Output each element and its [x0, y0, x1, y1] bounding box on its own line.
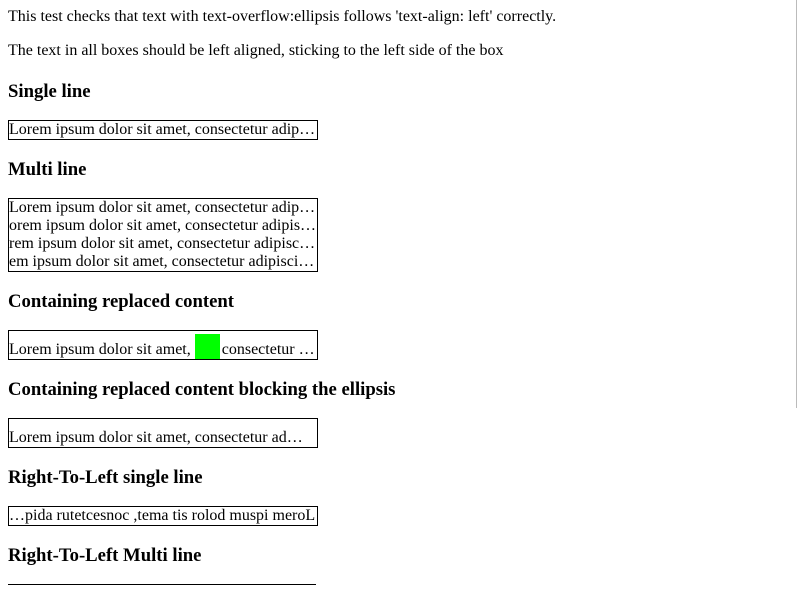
rtl-single-line-box: …pida rutetcesnoc ,tema tis rolod muspi … [8, 506, 318, 526]
replaced-content-line: Lorem ipsum dolor sit amet, consectetur … [9, 331, 317, 359]
test-page: This test checks that text with text-ove… [8, 8, 788, 587]
replaced-text-before: Lorem ipsum dolor sit amet, [9, 341, 191, 358]
heading-replaced-content: Containing replaced content [8, 291, 234, 312]
multi-line-text-2: orem ipsum dolor sit amet, consectetur a… [9, 217, 317, 234]
multi-line-text-1: Lorem ipsum dolor sit amet, consectetur … [9, 199, 316, 216]
intro-line-2: The text in all boxes should be left ali… [8, 42, 504, 59]
multi-line-text-3: rem ipsum dolor sit amet, consectetur ad… [9, 235, 316, 252]
single-line-text: Lorem ipsum dolor sit amet, consectetur … [9, 121, 316, 138]
single-line-box: Lorem ipsum dolor sit amet, consectetur … [8, 120, 318, 140]
heading-single-line: Single line [8, 81, 91, 102]
heading-rtl-single-line: Right-To-Left single line [8, 467, 203, 488]
heading-multi-line: Multi line [8, 159, 87, 180]
multi-line-box: Lorem ipsum dolor sit amet, consectetur … [8, 198, 318, 272]
replaced-blocking-box: Lorem ipsum dolor sit amet, consectetur … [8, 418, 318, 448]
rtl-single-line-text: …pida rutetcesnoc ,tema tis rolod muspi … [9, 507, 316, 524]
heading-replaced-blocking: Containing replaced content blocking the… [8, 379, 396, 400]
rtl-multi-line-box [8, 584, 316, 587]
multi-line-text-4: em ipsum dolor sit amet, consectetur adi… [9, 253, 315, 270]
green-replaced-block [194, 334, 220, 359]
replaced-text-after: consectetur … [221, 341, 315, 358]
replaced-content-box: Lorem ipsum dolor sit amet, consectetur … [8, 330, 318, 360]
intro-line-1: This test checks that text with text-ove… [8, 8, 557, 25]
vertical-scrollbar[interactable] [796, 0, 800, 408]
replaced-blocking-text: Lorem ipsum dolor sit amet, consectetur … [9, 429, 303, 446]
heading-rtl-multi-line: Right-To-Left Multi line [8, 545, 202, 566]
